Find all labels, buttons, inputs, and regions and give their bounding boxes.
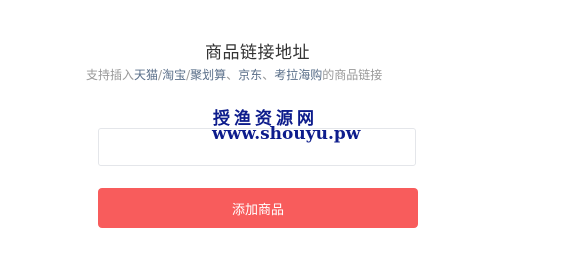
platform-taobao: 淘宝 [162,68,187,82]
hint-text: 的商品链接 [322,68,383,82]
platform-juhuasuan: 聚划算 [190,68,227,82]
platform-tmall: 天猫 [134,68,159,82]
hint-separator: 、 [226,68,239,82]
page-title: 商品链接地址 [205,43,310,63]
platform-jd: 京东 [238,68,263,82]
hint-separator: 、 [262,68,275,82]
product-link-input[interactable] [98,128,416,166]
add-product-button[interactable]: 添加商品 [98,188,418,228]
watermark-site-name: 授渔资源网 [213,109,318,129]
platform-kaola: 考拉海购 [274,68,323,82]
hint-text: 支持插入 [86,68,135,82]
supported-platforms-hint: 支持插入天猫/淘宝/聚划算、京东、考拉海购的商品链接 [86,66,382,83]
